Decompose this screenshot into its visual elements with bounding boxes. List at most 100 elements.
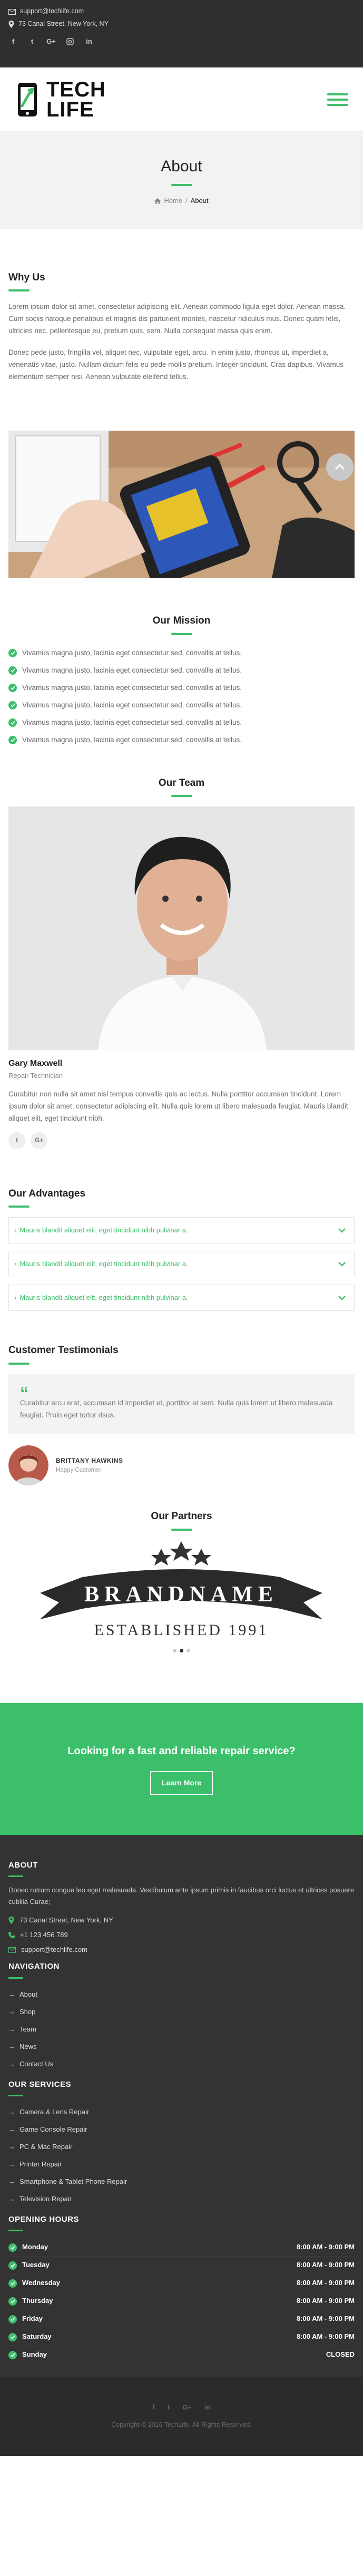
topbar-email-text[interactable]: support@techlife.com xyxy=(20,6,84,16)
check-icon xyxy=(8,649,17,657)
footer-nav-item-news[interactable]: → News xyxy=(8,2038,355,2056)
testimonial-author: BRITTANY HAWKINS Happy Customer xyxy=(0,1434,363,1486)
carousel-dot[interactable] xyxy=(173,1648,176,1652)
accordion-item[interactable]: › Mauris blandit aliquet elit, eget tinci… xyxy=(8,1217,355,1244)
google-plus-icon[interactable]: G+ xyxy=(182,2402,192,2413)
footer-service-item[interactable]: → Smartphone & Tablet Phone Repair xyxy=(8,2173,355,2191)
mission-item-text: Vivamus magna justo, lacinia eget consec… xyxy=(22,701,242,709)
team-member-role: Repair Technician xyxy=(8,1071,63,1080)
chevron-down-icon xyxy=(338,1228,346,1233)
mission-title: Our Mission xyxy=(152,615,211,627)
page-title-banner: About Home / About xyxy=(0,132,363,229)
facebook-icon[interactable]: f xyxy=(8,37,18,46)
partners-title: Our Partners xyxy=(151,1511,212,1522)
arrow-right-icon: → xyxy=(8,2025,15,2033)
hamburger-icon xyxy=(327,93,348,95)
location-pin-icon xyxy=(8,1917,14,1924)
phone-repair-image xyxy=(8,431,355,579)
arrow-right-icon: → xyxy=(8,2059,15,2068)
logo-line-1: TECH xyxy=(46,77,106,101)
team-divider xyxy=(171,794,192,797)
accordion-item-label: Mauris blandit aliquet elit, eget tincid… xyxy=(19,1260,188,1268)
check-icon xyxy=(8,666,17,675)
footer-service-item[interactable]: → PC & Mac Repair xyxy=(8,2138,355,2156)
menu-toggle-button[interactable] xyxy=(327,93,348,106)
footer-services-title: OUR SERVICES xyxy=(8,2079,72,2089)
chevron-down-icon xyxy=(338,1261,346,1267)
arrow-right-icon: › xyxy=(14,1226,17,1234)
footer-nav-item-team[interactable]: → Team xyxy=(8,2021,355,2038)
footer-hours-title: OPENING HOURS xyxy=(8,2214,80,2224)
footer-about-title: ABOUT xyxy=(8,1860,38,1870)
team-member-photo xyxy=(8,806,355,1050)
partners-section: Our Partners xyxy=(0,1485,363,1531)
google-plus-icon[interactable]: G+ xyxy=(31,1132,47,1149)
breadcrumb-home-link[interactable]: Home xyxy=(164,196,182,206)
carousel-dot[interactable] xyxy=(180,1648,183,1652)
testimonials-divider xyxy=(8,1362,30,1365)
facebook-icon[interactable]: f xyxy=(153,2402,155,2413)
footer-service-item[interactable]: → Camera & Lens Repair xyxy=(8,2104,355,2121)
footer-email[interactable]: support@techlife.com xyxy=(8,1942,355,1957)
envelope-icon xyxy=(8,8,16,15)
instagram-icon[interactable] xyxy=(65,37,75,46)
chevron-down-icon xyxy=(338,1295,346,1300)
envelope-icon xyxy=(8,1947,16,1953)
testimonial-card: “ Curabitur arcu erat, accumsan id imper… xyxy=(8,1374,355,1434)
topbar-address: 73 Canal Street, New York, NY xyxy=(8,18,355,31)
site-header: TECH LIFE xyxy=(0,67,363,132)
brand-tagline-text: ESTABLISHED 1991 xyxy=(94,1621,269,1639)
footer-nav-item-shop[interactable]: → Shop xyxy=(8,2004,355,2021)
team-title: Our Team xyxy=(158,777,205,789)
arrow-right-icon: → xyxy=(8,2042,15,2050)
why-us-paragraph-1: Lorem ipsum dolor sit amet, consectetur … xyxy=(8,303,346,335)
page: support@techlife.com 73 Canal Street, Ne… xyxy=(0,0,363,2456)
brand-name-text: BRANDNAME xyxy=(84,1582,278,1607)
google-plus-icon[interactable]: G+ xyxy=(46,37,56,46)
title-divider xyxy=(171,184,192,187)
why-us-title: Why Us xyxy=(8,272,45,283)
copyright-text: Copyright © 2016 TechLife. All Rights Re… xyxy=(111,2421,252,2429)
footer-service-item[interactable]: → Television Repair xyxy=(8,2191,355,2208)
footer-nav-item-about[interactable]: → About xyxy=(8,1986,355,2004)
testimonial-author-role: Happy Customer xyxy=(56,1466,102,1473)
hours-row: Tuesday 8:00 AM - 9:00 PM xyxy=(8,2257,355,2275)
twitter-icon[interactable]: t xyxy=(27,37,37,46)
list-item: Vivamus magna justo, lacinia eget consec… xyxy=(8,662,355,679)
check-icon xyxy=(8,2243,17,2252)
learn-more-button[interactable]: Learn More xyxy=(150,1771,213,1795)
list-item: Vivamus magna justo, lacinia eget consec… xyxy=(8,732,355,749)
accordion-item[interactable]: › Mauris blandit aliquet elit, eget tinci… xyxy=(8,1251,355,1278)
carousel-dot[interactable] xyxy=(187,1648,190,1652)
arrow-right-icon: → xyxy=(8,2195,15,2203)
logo[interactable]: TECH LIFE xyxy=(15,77,106,120)
twitter-icon[interactable]: t xyxy=(168,2402,170,2413)
partner-brand-logo: BRANDNAME ESTABLISHED 1991 xyxy=(40,1541,322,1639)
breadcrumb-current: About xyxy=(190,197,209,205)
topbar-address-text: 73 Canal Street, New York, NY xyxy=(18,20,109,28)
home-icon xyxy=(154,198,161,204)
site-footer: ABOUT Donec rutrum congue leo eget males… xyxy=(0,1834,363,2456)
arrow-right-icon: → xyxy=(8,2007,15,2016)
linkedin-icon[interactable]: in xyxy=(84,37,94,46)
footer-nav-list: → About → Shop → Team → News → Contact Us xyxy=(8,1986,355,2073)
linkedin-icon[interactable]: in xyxy=(204,2402,211,2413)
topbar-email[interactable]: support@techlife.com xyxy=(8,5,355,18)
footer-phone[interactable]: +1 123 456 789 xyxy=(8,1928,355,1942)
team-member-card: Gary Maxwell Repair Technician Curabitur… xyxy=(0,1057,363,1149)
cta-banner: Looking for a fast and reliable repair s… xyxy=(0,1703,363,1835)
twitter-icon[interactable]: t xyxy=(8,1132,25,1149)
hours-row: Friday 8:00 AM - 9:00 PM xyxy=(8,2310,355,2329)
list-item: Vivamus magna justo, lacinia eget consec… xyxy=(8,714,355,732)
accordion-item[interactable]: › Mauris blandit aliquet elit, eget tinci… xyxy=(8,1285,355,1311)
footer-address: 73 Canal Street, New York, NY xyxy=(8,1913,355,1928)
list-item: Vivamus magna justo, lacinia eget consec… xyxy=(8,645,355,662)
cta-title: Looking for a fast and reliable repair s… xyxy=(67,1745,296,1757)
scroll-to-top-button[interactable] xyxy=(326,453,354,481)
footer-nav-item-contact[interactable]: → Contact Us xyxy=(8,2056,355,2073)
footer-service-item[interactable]: → Game Console Repair xyxy=(8,2121,355,2138)
footer-services-list: → Camera & Lens Repair → Game Console Repa… xyxy=(8,2104,355,2208)
check-icon xyxy=(8,736,17,744)
phone-wrench-logo-icon xyxy=(18,82,37,116)
footer-service-item[interactable]: → Printer Repair xyxy=(8,2156,355,2173)
